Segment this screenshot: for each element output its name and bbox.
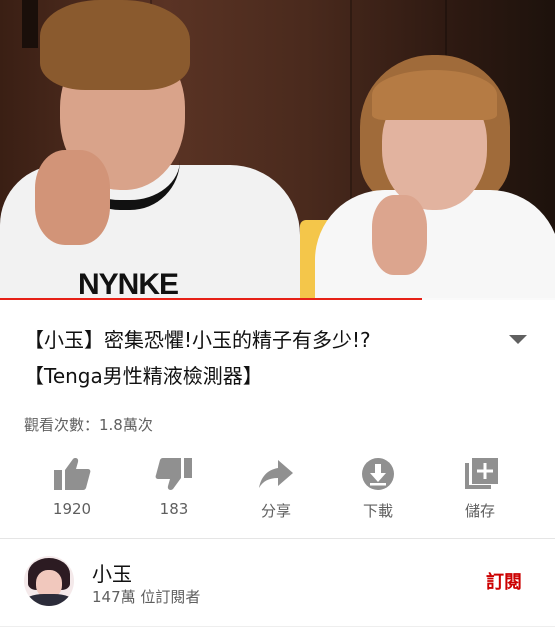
video-person-left: NYNKE [0,0,310,300]
like-button[interactable]: 1920 [22,452,122,528]
thumbs-down-icon [155,458,192,490]
share-label: 分享 [260,502,291,520]
bottom-divider [0,626,555,627]
avatar-body [24,594,74,606]
watch-page: NYNKE 【小玉】密集恐懼!小玉的精子有多少!? 【Tenga男性精液檢測器】… [0,0,555,640]
like-count: 1920 [52,500,92,518]
add-to-playlist-icon [465,458,498,489]
video-person-right [310,0,555,300]
download-button[interactable]: 下載 [328,452,428,528]
person-right-fringe [372,70,497,120]
save-label: 儲存 [464,502,495,520]
person-left-hair [40,0,190,90]
subscriber-count: 147萬 位訂閱者 [92,588,201,606]
thumbs-up-icon [54,458,91,490]
download-icon [362,458,394,490]
save-button[interactable]: 儲存 [430,452,530,528]
video-title-line-2: 【Tenga男性精液檢測器】 [24,364,263,388]
video-title[interactable]: 【小玉】密集恐懼!小玉的精子有多少!? 【Tenga男性精液檢測器】 [24,322,504,394]
download-label: 下載 [362,502,393,520]
dislike-count: 183 [159,500,189,518]
video-title-line-1: 【小玉】密集恐懼!小玉的精子有多少!? [24,328,371,352]
share-arrow-icon [259,460,293,488]
action-bar: 1920 183 分享 下載 儲存 [0,452,555,530]
dislike-button[interactable]: 183 [124,452,224,528]
view-count: 觀看次數：1.8萬次 [24,416,153,434]
section-divider [0,538,555,539]
channel-name[interactable]: 小玉 [92,558,132,587]
video-progress-fill [0,298,422,300]
subscribe-button[interactable]: 訂閱 [486,568,522,594]
person-right-hand [372,195,427,275]
video-player[interactable]: NYNKE [0,0,555,300]
share-button[interactable]: 分享 [226,452,326,528]
person-left-hand [35,150,110,245]
video-progress-bar[interactable] [0,298,555,300]
shirt-logo: NYNKE [78,268,179,300]
chevron-down-icon[interactable] [508,334,528,346]
channel-avatar[interactable] [24,556,74,606]
